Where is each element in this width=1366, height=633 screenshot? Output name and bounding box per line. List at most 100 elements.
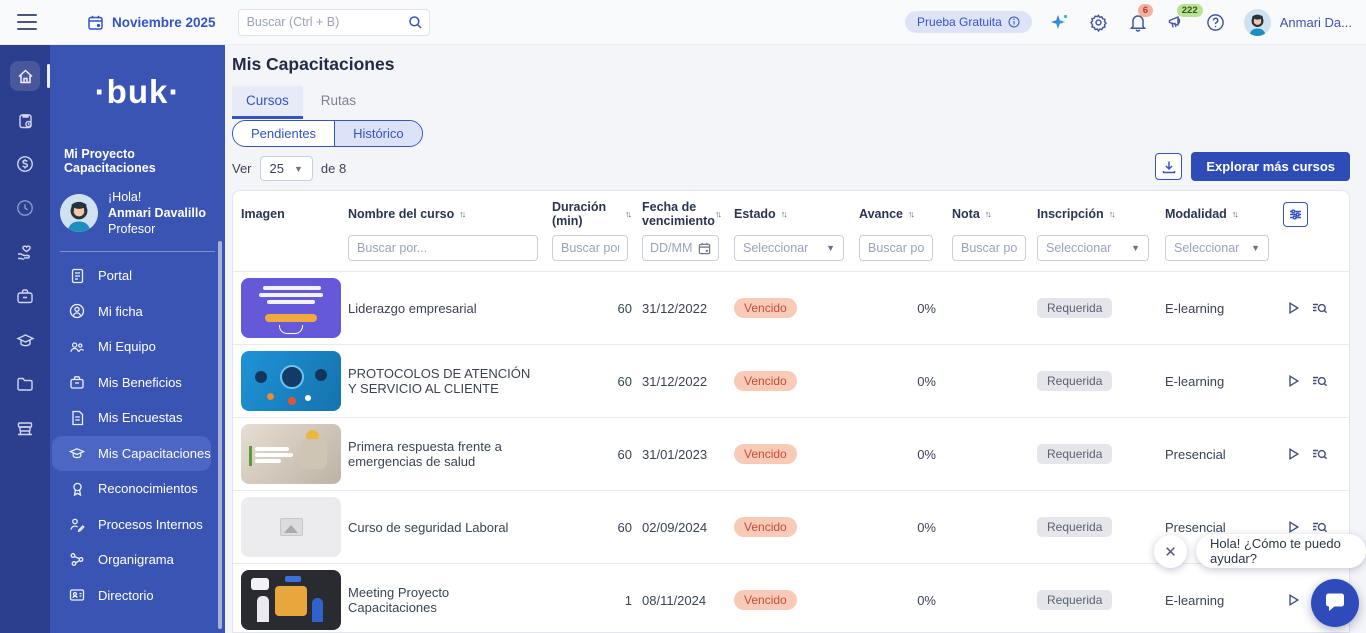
date-selector[interactable]: Noviembre 2025 [87,14,216,31]
sort-icon[interactable]: ↑↓ [459,209,464,219]
course-name[interactable]: Curso de seguridad Laboral [348,520,552,535]
course-name[interactable]: Liderazgo empresarial [348,301,552,316]
sidebar-profile[interactable]: ¡Hola! Anmari Davalillo Profesor [60,189,225,237]
sort-icon[interactable]: ↑↓ [985,209,990,219]
preview-icon[interactable] [1312,520,1328,534]
play-icon[interactable] [1287,593,1300,607]
page-size-select[interactable]: 25 ▼ [260,156,313,181]
course-name[interactable]: Meeting Proyecto Capacitaciones [348,585,552,615]
segment-pendientes[interactable]: Pendientes [233,121,334,146]
sort-icon[interactable]: ↑↓ [1109,209,1114,219]
table-row: PROTOCOLOS DE ATENCIÓN Y SERVICIO AL CLI… [233,345,1349,418]
sidebar-item-label: Mi ficha [98,304,143,319]
sort-icon[interactable]: ↑↓ [1232,209,1237,219]
play-icon[interactable] [1287,374,1300,388]
kiosk-archive-icon[interactable] [10,413,40,443]
chat-close-button[interactable]: ✕ [1154,535,1187,568]
column-settings-icon[interactable] [1283,202,1308,227]
filter-fecha-date[interactable]: DD/MM [642,235,719,261]
filter-duracion-input[interactable] [552,235,628,261]
col-nombre: Nombre del curso↑↓ [348,207,552,221]
course-image [241,351,341,411]
course-name[interactable]: PROTOCOLOS DE ATENCIÓN Y SERVICIO AL CLI… [348,366,552,396]
sidebar-item-mis-beneficios[interactable]: Mis Beneficios [52,365,211,401]
app-window: Noviembre 2025 Prueba Gratuita [0,0,1366,633]
clipboard-clock-icon[interactable] [10,105,40,135]
play-icon[interactable] [1287,301,1300,315]
col-inscripcion: Inscripción↑↓ [1037,207,1165,221]
filter-estado-select[interactable]: Seleccionar▼ [734,235,844,261]
user-menu[interactable]: Anmari Da... [1244,9,1352,36]
play-icon[interactable] [1287,447,1300,461]
chat-greeting-bubble[interactable]: Hola! ¿Cómo te puedo ayudar? [1196,534,1366,568]
table-row: Primera respuesta frente a emergencias d… [233,418,1349,491]
preview-icon[interactable] [1312,374,1328,388]
sidebar-item-reconocimientos[interactable]: Reconocimientos [52,471,211,507]
segment-historico[interactable]: Histórico [334,121,422,146]
sidebar-scrollbar[interactable] [218,241,222,629]
preview-icon[interactable] [1312,447,1328,461]
sidebar-item-mis-capacitaciones[interactable]: Mis Capacitaciones [52,436,211,472]
settings-gear-icon[interactable] [1088,11,1110,33]
course-due-date: 08/11/2024 [642,593,734,608]
filter-nota-input[interactable] [952,235,1026,261]
filter-inscripcion-select[interactable]: Seleccionar▼ [1037,235,1149,261]
col-nota: Nota↑↓ [952,207,1037,221]
filter-avance-input[interactable] [859,235,933,261]
date-label: Noviembre 2025 [112,15,216,30]
sidebar-item-organigrama[interactable]: Organigrama [52,542,211,578]
ai-sparkle-icon[interactable] [1049,11,1071,33]
status-badge: Vencido [734,371,797,391]
home-icon[interactable] [10,61,40,91]
filter-modalidad-select[interactable]: Seleccionar▼ [1165,235,1269,261]
sort-icon[interactable]: ↑↓ [781,209,786,219]
inscription-badge: Requerida [1037,590,1112,610]
tab-rutas[interactable]: Rutas [307,86,370,119]
team-icon [69,339,85,355]
announcements-megaphone-icon[interactable]: 222 [1166,11,1188,33]
chat-launcher-button[interactable] [1311,579,1359,627]
course-duration: 60 [552,520,642,535]
close-icon: ✕ [1164,543,1177,561]
time-clock-icon[interactable] [10,193,40,223]
filter-nombre-input[interactable] [348,235,538,261]
sidebar-item-mi-equipo[interactable]: Mi Equipo [52,329,211,365]
trial-badge[interactable]: Prueba Gratuita [905,11,1032,33]
sidebar-item-portal[interactable]: Portal [52,258,211,294]
medal-icon [69,481,85,497]
folder-icon[interactable] [10,369,40,399]
download-button[interactable] [1155,153,1182,180]
search-input[interactable] [247,15,408,29]
sidebar-item-mis-encuestas[interactable]: Mis Encuestas [52,400,211,436]
course-name[interactable]: Primera respuesta frente a emergencias d… [348,439,552,469]
sidebar-item-label: Organigrama [98,552,174,567]
search-icon[interactable] [408,15,423,30]
sidebar-item-label: Mis Encuestas [98,410,183,425]
course-due-date: 02/09/2024 [642,520,734,535]
sidebar-item-directorio[interactable]: Directorio [52,578,211,614]
tab-cursos[interactable]: Cursos [232,86,303,119]
payments-coin-icon[interactable] [10,149,40,179]
sort-icon[interactable]: ↑↓ [625,209,630,219]
jobs-briefcase-icon[interactable] [10,281,40,311]
course-modality: Presencial [1165,520,1275,535]
sort-icon[interactable]: ↑↓ [715,209,720,219]
education-cap-icon[interactable] [10,325,40,355]
sidebar-item-mi-ficha[interactable]: Mi ficha [52,294,211,330]
play-icon[interactable] [1287,520,1300,534]
table-row: Liderazgo empresarial 60 31/12/2022 Venc… [233,272,1349,345]
course-progress: 0% [859,593,952,608]
sidebar-item-label: Directorio [98,588,154,603]
explore-courses-button[interactable]: Explorar más cursos [1191,152,1350,181]
global-search [238,9,430,36]
preview-icon[interactable] [1312,301,1328,315]
notifications-bell-icon[interactable]: 6 [1127,11,1149,33]
hamburger-menu-icon[interactable] [17,14,37,30]
sidebar-item-procesos-internos[interactable]: Procesos Internos [52,507,211,543]
help-icon[interactable] [1205,11,1227,33]
benefits-hand-heart-icon[interactable] [10,237,40,267]
course-progress: 0% [859,447,952,462]
sort-icon[interactable]: ↑↓ [908,209,913,219]
portal-icon [69,268,85,284]
sidebar-menu: Portal Mi ficha Mi Equipo Mis Beneficios… [50,258,225,613]
